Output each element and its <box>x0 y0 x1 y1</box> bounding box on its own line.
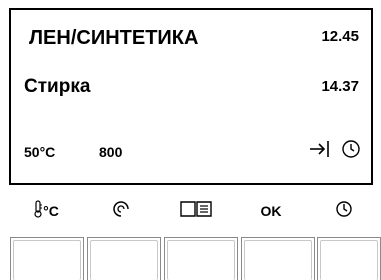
spin-speed-value: 800 <box>99 144 123 160</box>
temperature-value: 50°C <box>24 144 56 160</box>
book-icon <box>180 200 212 223</box>
spin-label <box>91 196 151 226</box>
end-time: 14.37 <box>321 78 359 95</box>
button-labels: °C OK <box>0 196 381 226</box>
temperature-label-text: °C <box>43 203 59 219</box>
temperature-label: °C <box>16 196 76 226</box>
lcd-display: ЛЕН/СИНТЕТИКА 12.45 Стирка 14.37 50°C 80… <box>9 8 373 185</box>
thermometer-icon <box>33 199 43 223</box>
program-name: ЛЕН/СИНТЕТИКА <box>29 27 199 49</box>
clock-icon <box>335 200 353 223</box>
clock-icon <box>341 139 361 164</box>
status-icons <box>309 139 361 164</box>
current-time: 12.45 <box>321 28 359 45</box>
ok-button[interactable] <box>241 237 315 280</box>
options-label <box>166 196 226 226</box>
wash-phase: Стирка <box>24 76 91 97</box>
end-time-arrow-icon <box>309 139 331 164</box>
spin-icon <box>111 199 131 224</box>
delay-label <box>314 196 374 226</box>
delay-start-button[interactable] <box>317 237 381 280</box>
ok-label-text: OK <box>260 203 282 219</box>
ok-label: OK <box>241 196 301 226</box>
temperature-button[interactable] <box>10 237 84 280</box>
options-button[interactable] <box>164 237 238 280</box>
button-row <box>0 237 381 280</box>
spin-button[interactable] <box>87 237 161 280</box>
